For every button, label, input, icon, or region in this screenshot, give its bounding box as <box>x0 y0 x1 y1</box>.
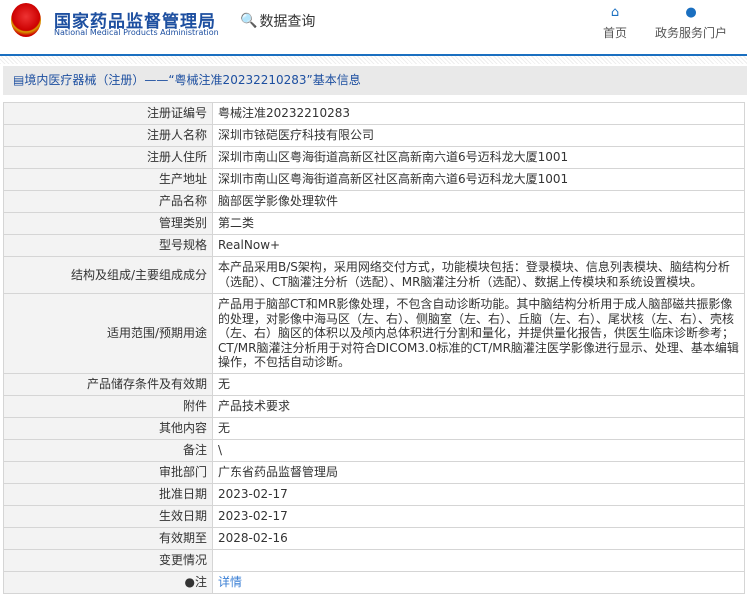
field-value: 深圳市铱硙医疗科技有限公司 <box>212 124 745 147</box>
field-value: 2023-02-17 <box>212 504 745 528</box>
breadcrumb-text: 境内医疗器械（注册）——“粤械注准20232210283”基本信息 <box>24 73 361 87</box>
field-value: 无 <box>212 372 745 396</box>
field-value: 产品用于脑部CT和MR影像处理，不包含自动诊断功能。其中脑结构分析用于成人脑部磁… <box>212 293 745 374</box>
table-row: 型号规格 RealNow+ <box>3 234 745 257</box>
field-label: 生效日期 <box>3 504 213 528</box>
table-row: 附件 产品技术要求 <box>3 394 745 418</box>
table-row: 管理类别 第二类 <box>3 212 745 235</box>
field-value: 产品技术要求 <box>212 394 745 418</box>
field-value: RealNow+ <box>212 234 745 257</box>
table-row: 注册人住所 深圳市南山区粤海街道高新区社区高新南六道6号迈科龙大厦1001 <box>3 146 745 169</box>
national-emblem-logo <box>11 3 41 37</box>
data-query-title[interactable]: 🔍 数据查询 <box>240 11 315 31</box>
field-label: 适用范围/预期用途 <box>3 293 213 374</box>
field-label: 管理类别 <box>3 212 213 235</box>
document-icon: ▤ <box>13 73 25 87</box>
nav-gov-portal[interactable]: ● 政务服务门户 <box>655 6 727 41</box>
org-name-en: National Medical Products Administration <box>54 28 219 37</box>
field-value: 深圳市南山区粤海街道高新区社区高新南六道6号迈科龙大厦1001 <box>212 168 745 191</box>
nav-portal-label: 政务服务门户 <box>655 26 728 40</box>
field-value: 深圳市南山区粤海街道高新区社区高新南六道6号迈科龙大厦1001 <box>212 146 745 169</box>
table-row: 适用范围/预期用途 产品用于脑部CT和MR影像处理，不包含自动诊断功能。其中脑结构… <box>3 293 745 374</box>
site-header: 国家药品监督管理局 National Medical Products Admi… <box>0 0 747 56</box>
field-label: 注册人名称 <box>3 124 213 147</box>
field-label: 有效期至 <box>3 526 213 550</box>
field-label: 型号规格 <box>3 234 213 257</box>
field-label: 变更情况 <box>3 548 213 572</box>
field-value: 第二类 <box>212 212 745 235</box>
field-label: 审批部门 <box>3 460 213 484</box>
field-label: 注册证编号 <box>3 102 213 125</box>
field-label: 备注 <box>3 438 213 462</box>
field-label: 产品名称 <box>3 190 213 213</box>
field-label: 注册人住所 <box>3 146 213 169</box>
divider <box>0 56 747 64</box>
field-value: 脑部医学影像处理软件 <box>212 190 745 213</box>
field-label: 结构及组成/主要组成成分 <box>3 256 213 294</box>
table-row: 有效期至 2028-02-16 <box>3 526 745 550</box>
table-row: 产品名称 脑部医学影像处理软件 <box>3 190 745 213</box>
table-row: 生效日期 2023-02-17 <box>3 504 745 528</box>
table-row: 批准日期 2023-02-17 <box>3 482 745 506</box>
field-value: 2028-02-16 <box>212 526 745 550</box>
field-value: 粤械注准20232210283 <box>212 102 745 125</box>
field-label: 生产地址 <box>3 168 213 191</box>
table-row: 变更情况 <box>3 548 745 572</box>
table-row: 审批部门 广东省药品监督管理局 <box>3 460 745 484</box>
table-row: 备注 \ <box>3 438 745 462</box>
field-value: \ <box>212 438 745 462</box>
field-value <box>212 548 745 572</box>
detail-table: 注册证编号 粤械注准20232210283 注册人名称 深圳市铱硙医疗科技有限公司 注册… <box>3 102 745 594</box>
table-row: ●注 详情 <box>3 570 745 594</box>
field-value: 本产品采用B/S架构，采用网络交付方式，功能模块包括：登录模块、信息列表模块、脑… <box>212 256 745 294</box>
field-label: 其他内容 <box>3 416 213 440</box>
table-row: 注册人名称 深圳市铱硙医疗科技有限公司 <box>3 124 745 147</box>
document-search-icon: 🔍 <box>240 13 258 29</box>
field-label: 附件 <box>3 394 213 418</box>
table-row: 注册证编号 粤械注准20232210283 <box>3 102 745 125</box>
user-icon: ● <box>685 5 697 20</box>
home-icon: ⌂ <box>610 5 620 20</box>
field-value: 详情 <box>212 570 745 594</box>
data-query-label: 数据查询 <box>259 14 316 30</box>
nav-home-label: 首页 <box>603 26 628 40</box>
breadcrumb: ▤境内医疗器械（注册）——“粤械注准20232210283”基本信息 <box>3 66 747 95</box>
table-row: 其他内容无 <box>3 416 745 440</box>
field-value: 2023-02-17 <box>212 482 745 506</box>
field-value: 无 <box>212 416 745 440</box>
nav-home[interactable]: ⌂ 首页 <box>603 6 627 41</box>
field-label: 批准日期 <box>3 482 213 506</box>
field-label: 产品储存条件及有效期 <box>3 372 213 396</box>
field-value: 广东省药品监督管理局 <box>212 460 745 484</box>
table-row: 产品储存条件及有效期无 <box>3 372 745 396</box>
field-label: ●注 <box>3 570 213 594</box>
table-row: 生产地址 深圳市南山区粤海街道高新区社区高新南六道6号迈科龙大厦1001 <box>3 168 745 191</box>
table-row: 结构及组成/主要组成成分 本产品采用B/S架构，采用网络交付方式，功能模块包括：登… <box>3 256 745 294</box>
